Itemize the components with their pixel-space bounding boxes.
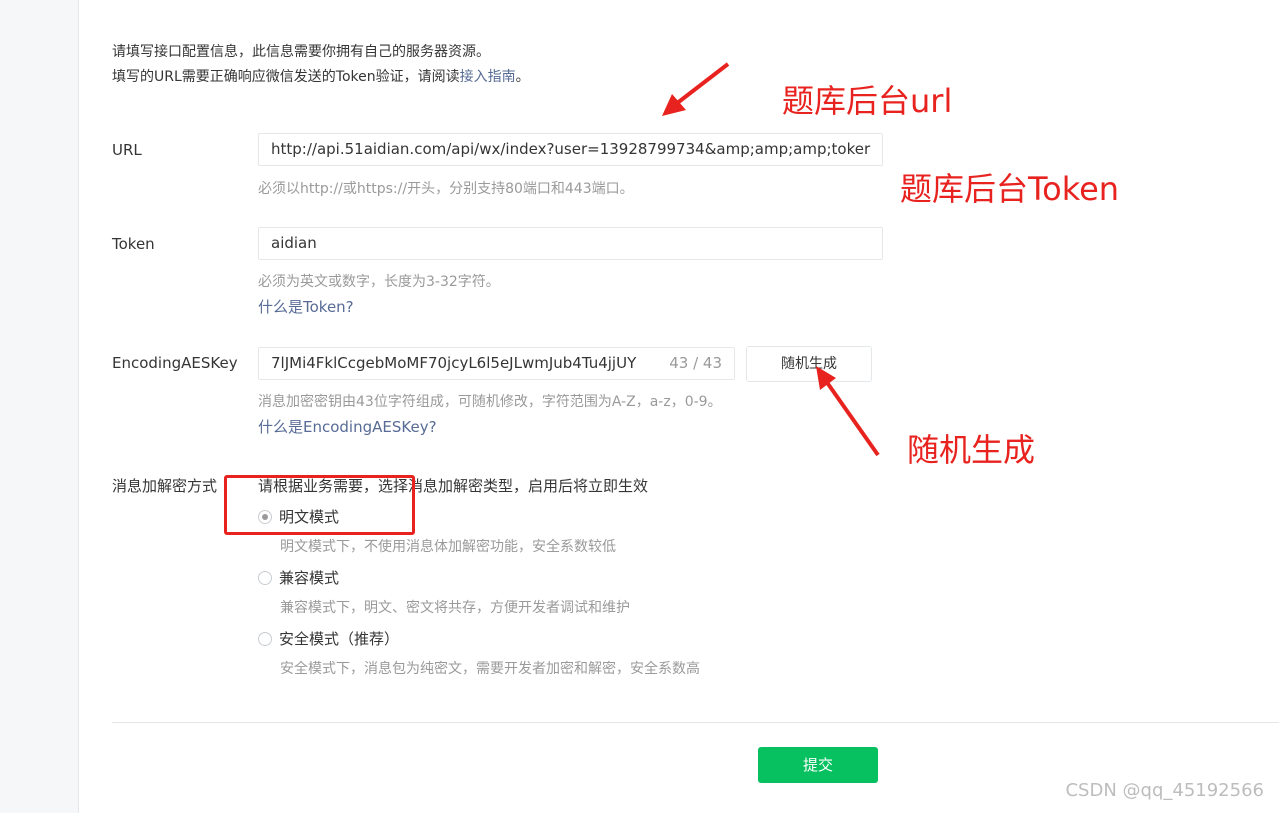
arrow-to-random-button-icon (816, 366, 880, 457)
annotation-arrows (662, 62, 880, 457)
arrow-to-url-icon (662, 62, 730, 116)
